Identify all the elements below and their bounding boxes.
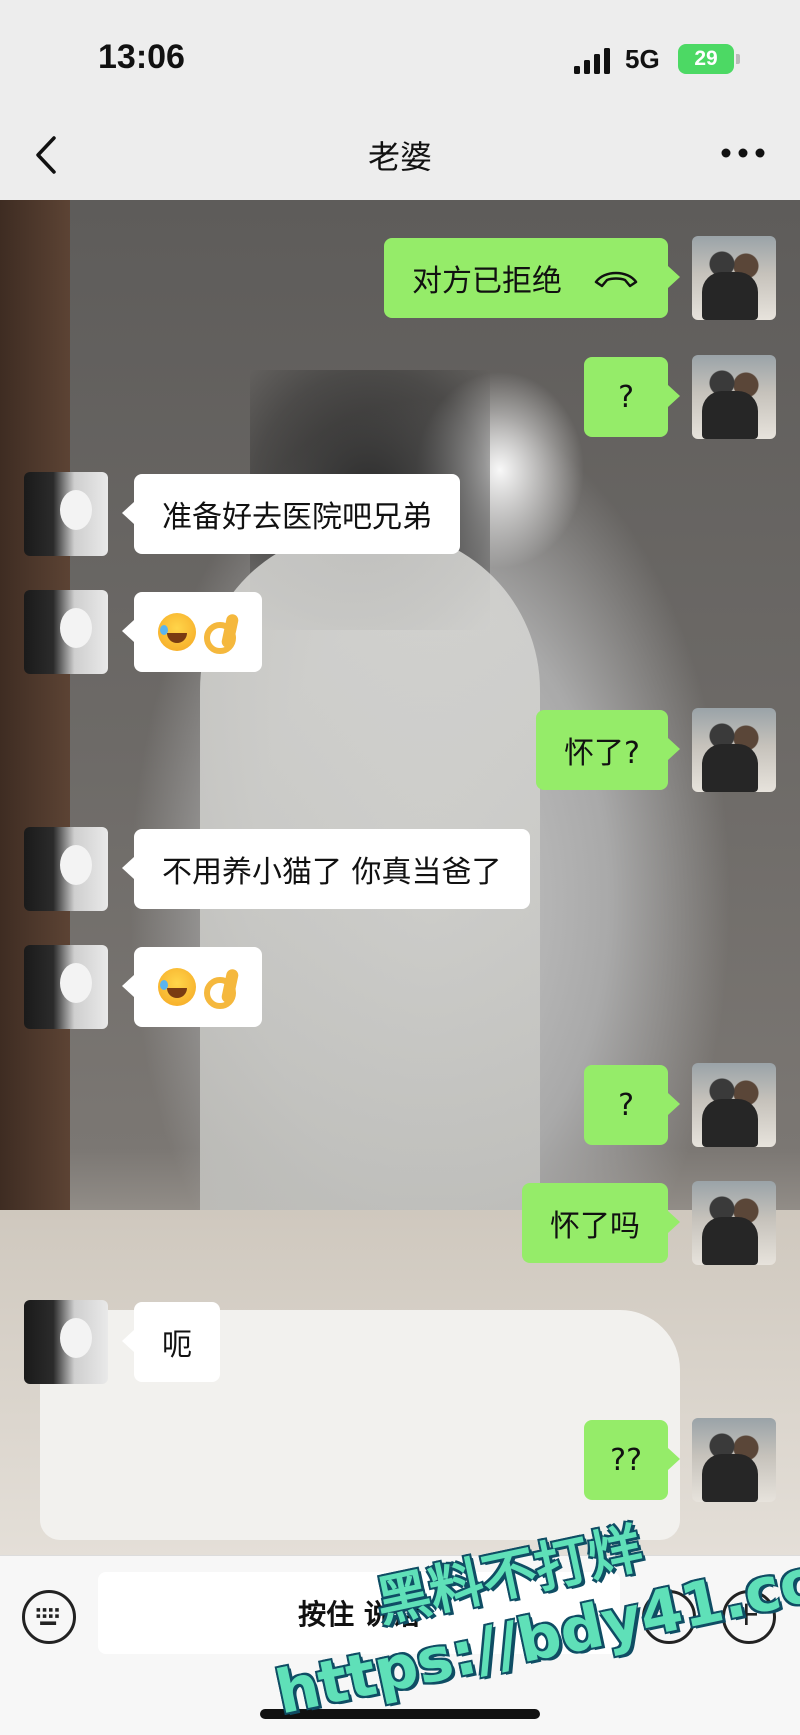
message-text: 不用养小猫了 你真当爸了: [162, 855, 502, 890]
ok-hand-emoji-icon: [202, 967, 238, 1009]
avatar[interactable]: [692, 355, 776, 439]
network-type: 5G: [625, 44, 660, 74]
emoji-icon[interactable]: [642, 1590, 696, 1644]
message-bubble[interactable]: ?: [584, 1065, 680, 1145]
message-bubble[interactable]: [122, 592, 262, 672]
message-bubble[interactable]: 不用养小猫了 你真当爸了: [122, 829, 530, 909]
avatar[interactable]: [692, 236, 776, 320]
avatar[interactable]: [24, 472, 108, 556]
clock: 13:06: [98, 38, 185, 76]
avatar[interactable]: [692, 1063, 776, 1147]
message-bubble[interactable]: 准备好去医院吧兄弟: [122, 474, 460, 554]
avatar[interactable]: [24, 1300, 108, 1384]
home-indicator: [260, 1709, 540, 1719]
avatar[interactable]: [692, 1181, 776, 1265]
laugh-cry-emoji-icon: [158, 613, 196, 651]
chat-header: 老婆: [0, 110, 800, 200]
message-text: 准备好去医院吧兄弟: [162, 500, 432, 535]
message-text: 呃: [162, 1328, 192, 1363]
ok-hand-emoji-icon: [202, 612, 238, 654]
message-bubble[interactable]: 呃: [122, 1302, 220, 1382]
plus-icon[interactable]: [722, 1590, 776, 1644]
message-bubble[interactable]: [122, 947, 262, 1027]
call-status-bubble[interactable]: 对方已拒绝: [384, 238, 680, 318]
chat-area[interactable]: 对方已拒绝 ? 准备好去医院吧兄弟 怀了? 不用养小猫了 你真当爸了 ? 怀了吗…: [0, 200, 800, 1555]
avatar[interactable]: [692, 1418, 776, 1502]
signal-icon: [574, 48, 610, 74]
avatar[interactable]: [692, 708, 776, 792]
chat-title: 老婆: [367, 138, 432, 176]
message-text: ?: [618, 1087, 634, 1123]
message-text: ?: [618, 379, 634, 415]
message-text: 对方已拒绝: [412, 264, 562, 299]
laugh-cry-emoji-icon: [158, 968, 196, 1006]
message-text: 怀了?: [564, 736, 640, 771]
keyboard-icon[interactable]: [22, 1590, 76, 1644]
hold-to-talk-button[interactable]: 按住 说话: [98, 1572, 620, 1654]
message-text: 怀了吗: [550, 1209, 640, 1244]
more-dots-icon[interactable]: [718, 138, 768, 168]
message-bubble[interactable]: 怀了吗: [522, 1183, 680, 1263]
status-bar: 13:06 5G 29: [0, 0, 800, 110]
input-bar: 按住 说话: [0, 1555, 800, 1735]
battery-level: 29: [694, 47, 718, 70]
message-text: ??: [610, 1442, 642, 1478]
message-bubble[interactable]: ??: [584, 1420, 680, 1500]
avatar[interactable]: [24, 590, 108, 674]
avatar[interactable]: [24, 945, 108, 1029]
message-bubble[interactable]: 怀了?: [536, 710, 680, 790]
message-bubble[interactable]: ?: [584, 357, 680, 437]
phone-hangup-icon: [594, 271, 638, 288]
battery-icon: 29: [678, 44, 740, 74]
avatar[interactable]: [24, 827, 108, 911]
background-photo: [0, 200, 70, 1210]
